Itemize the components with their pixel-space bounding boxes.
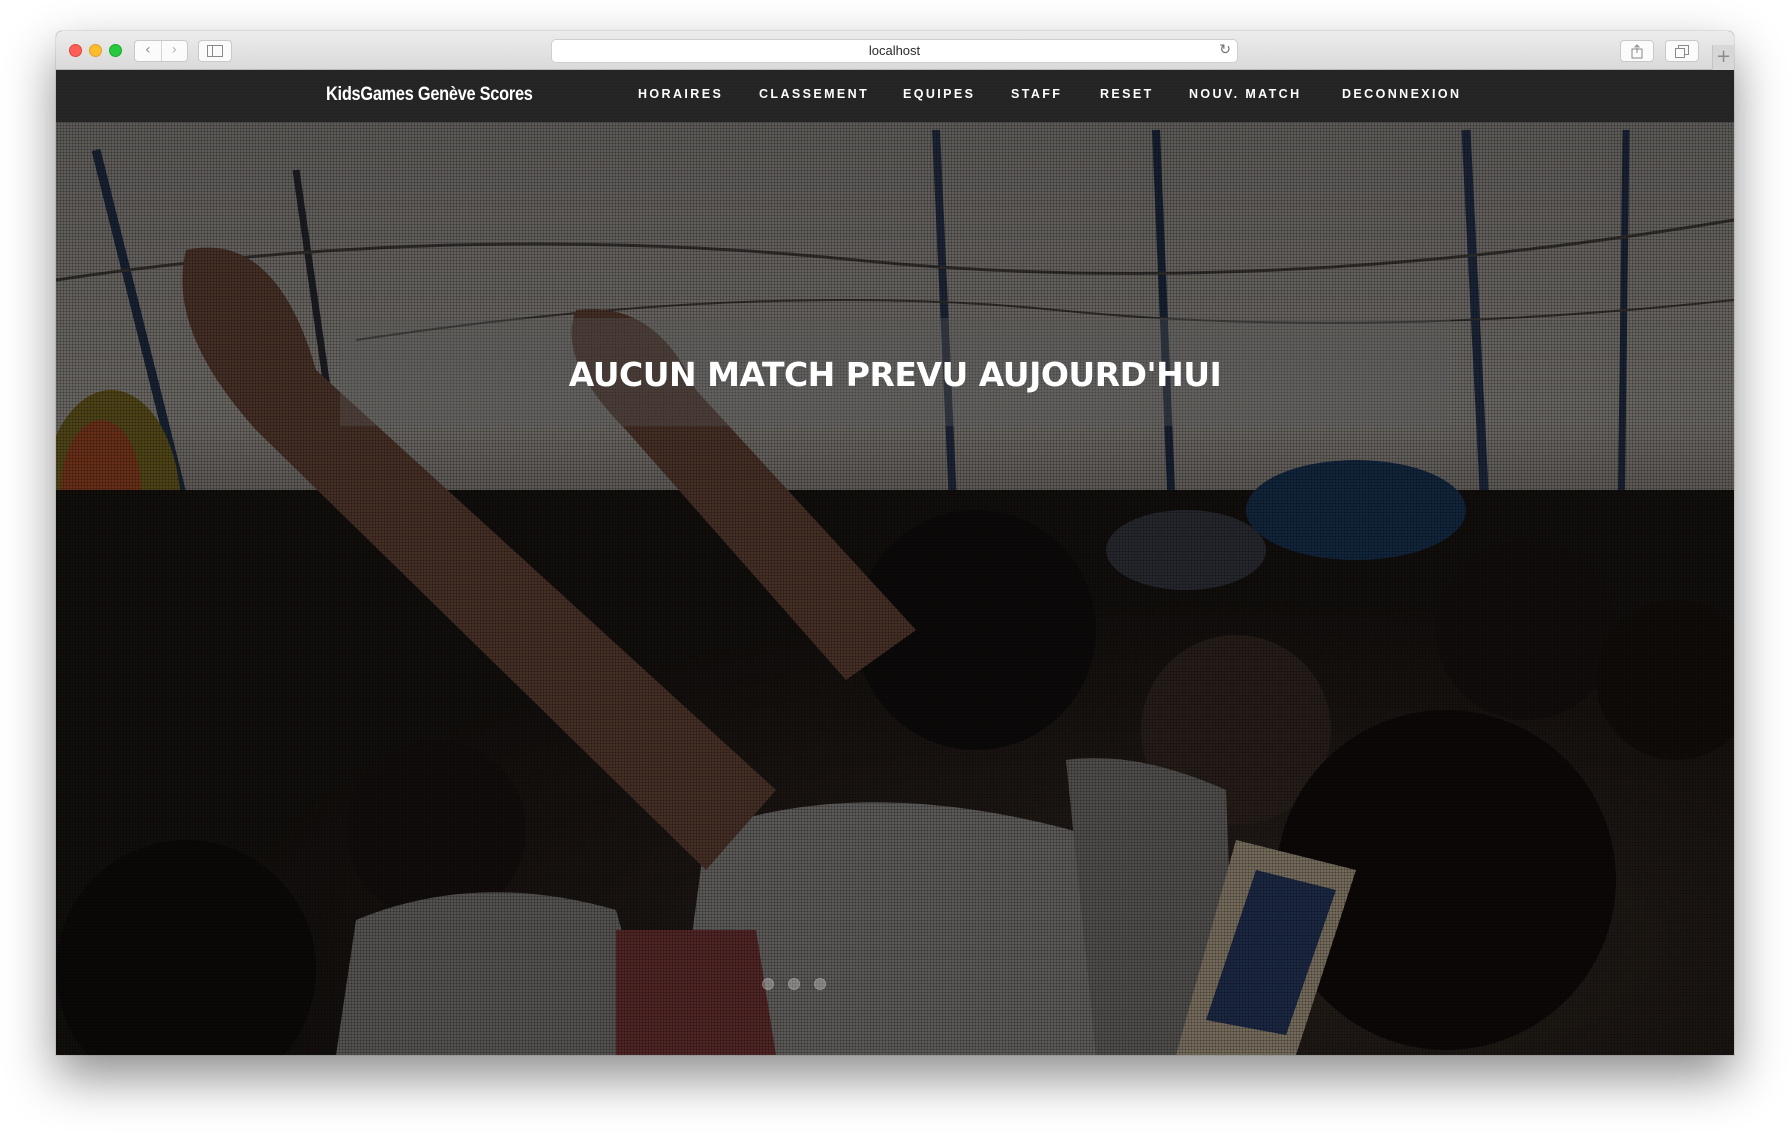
hero-heading-box: AUCUN MATCH PREVU AUJOURD'HUI: [340, 318, 1450, 426]
photo-dot-pattern: [56, 70, 1734, 1055]
page-viewport: KidsGames Genève Scores HORAIRES CLASSEM…: [56, 70, 1734, 1055]
history-buttons: ‹ ›: [134, 40, 188, 62]
browser-titlebar: ‹ › localhost ↻ +: [56, 31, 1734, 70]
sidebar-toggle-button[interactable]: [198, 40, 232, 62]
nav-item-deconnexion[interactable]: DECONNEXION: [1342, 87, 1461, 101]
minimize-window-button[interactable]: [89, 44, 102, 57]
site-navbar: KidsGames Genève Scores HORAIRES CLASSEM…: [56, 70, 1734, 122]
sidebar-icon: [207, 45, 223, 57]
address-bar[interactable]: localhost ↻: [551, 39, 1238, 63]
hero-heading: AUCUN MATCH PREVU AUJOURD'HUI: [568, 355, 1222, 394]
carousel-dot[interactable]: [788, 978, 800, 990]
share-button[interactable]: [1620, 40, 1654, 62]
share-icon: [1631, 44, 1643, 59]
nav-item-classement[interactable]: CLASSEMENT: [759, 87, 869, 101]
nav-item-reset[interactable]: RESET: [1100, 87, 1154, 101]
carousel-dot[interactable]: [762, 978, 774, 990]
back-button[interactable]: ‹: [135, 41, 161, 61]
tabs-overview-button[interactable]: [1665, 40, 1699, 62]
nav-item-equipes[interactable]: EQUIPES: [903, 87, 975, 101]
tabs-icon: [1675, 45, 1689, 58]
reload-icon[interactable]: ↻: [1219, 42, 1231, 58]
close-window-button[interactable]: [69, 44, 82, 57]
browser-window: ‹ › localhost ↻ + KidsGames Genève Score…: [56, 31, 1734, 1055]
forward-button[interactable]: ›: [160, 41, 188, 61]
carousel-indicators: [762, 978, 826, 990]
nav-item-nouv-match[interactable]: NOUV. MATCH: [1189, 87, 1302, 101]
zoom-window-button[interactable]: [109, 44, 122, 57]
nav-item-staff[interactable]: STAFF: [1011, 87, 1062, 101]
new-tab-button[interactable]: +: [1712, 45, 1734, 70]
carousel-dot[interactable]: [814, 978, 826, 990]
nav-item-horaires[interactable]: HORAIRES: [638, 87, 723, 101]
address-url: localhost: [868, 43, 921, 58]
main-nav: HORAIRES CLASSEMENT EQUIPES STAFF RESET …: [56, 87, 1734, 107]
